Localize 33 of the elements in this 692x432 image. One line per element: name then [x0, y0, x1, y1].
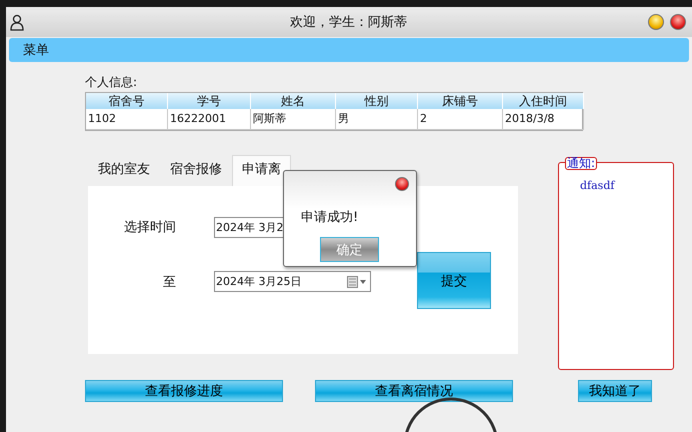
field-label: 选择时间	[123, 219, 176, 237]
user-icon	[9, 13, 25, 31]
acknowledge-button[interactable]: 我知道了	[578, 380, 652, 402]
date-field[interactable]: 2024年 3月25日	[214, 271, 371, 292]
tab[interactable]: 我的室友	[88, 155, 160, 186]
table-cell: 16222001	[168, 109, 251, 130]
table-cell: 2	[418, 109, 503, 130]
minimize-button[interactable]	[648, 14, 664, 30]
notice-title: 通知:	[565, 157, 598, 170]
column-header: 入住时间	[503, 93, 584, 109]
tab[interactable]: 宿舍报修	[160, 155, 232, 186]
section-label: 个人信息:	[85, 74, 138, 90]
dialog-message: 申请成功!	[301, 209, 358, 226]
table-cell: 阿斯蒂	[251, 109, 336, 130]
leave-status-button[interactable]: 查看离宿情况	[315, 380, 513, 402]
dialog-close-button[interactable]	[395, 177, 409, 191]
column-header: 学号	[168, 93, 251, 109]
field-label: 至	[162, 274, 176, 292]
table-cell: 1102	[86, 109, 168, 130]
column-header: 床铺号	[418, 93, 503, 109]
calendar-dropdown-icon	[347, 276, 367, 288]
submit-button[interactable]: 提交	[417, 252, 491, 309]
column-header: 姓名	[251, 93, 336, 109]
close-button[interactable]	[670, 14, 686, 30]
table-cell: 男	[336, 109, 418, 130]
tab[interactable]: 申请离	[232, 155, 291, 186]
menu-item[interactable]: 菜单	[23, 41, 49, 59]
notice-text: dfasdf	[580, 179, 616, 192]
window-title: 欢迎，学生：阿斯蒂	[289, 14, 408, 31]
column-header: 性别	[336, 93, 418, 109]
column-header: 宿舍号	[86, 93, 168, 109]
table-cell: 2018/3/8	[503, 109, 584, 130]
repair-progress-button[interactable]: 查看报修进度	[85, 380, 283, 402]
